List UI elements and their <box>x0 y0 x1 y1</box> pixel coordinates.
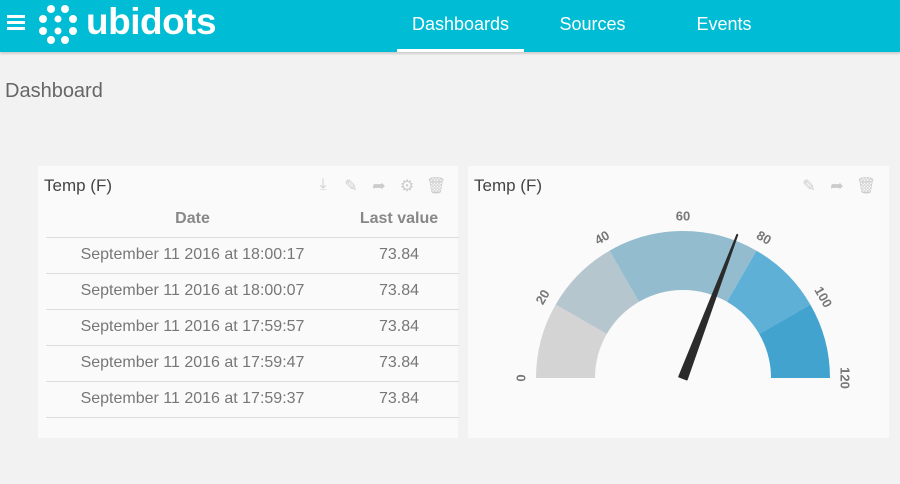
value-cell: 73.84 <box>339 309 459 346</box>
share-icon[interactable]: ➦ <box>370 176 388 196</box>
table-row: September 11 2016 at 17:59:57 73.84 <box>46 309 459 346</box>
widget-title: Temp (F) <box>44 176 112 195</box>
download-icon[interactable]: ⤓ <box>314 176 332 196</box>
gauge-tick-label: 80 <box>754 228 774 248</box>
menu-icon[interactable] <box>7 15 25 31</box>
trash-icon[interactable]: 🗑 <box>426 176 446 196</box>
gauge-tick-label: 20 <box>533 287 553 307</box>
top-bar: ubidots Dashboards Sources Events <box>0 0 900 52</box>
gauge-chart: 0 20 40 60 80 100 120 <box>513 208 853 389</box>
ubidots-logo <box>39 5 77 44</box>
values-table: Date Last value September 11 2016 at 18:… <box>46 201 459 418</box>
date-cell: September 11 2016 at 17:59:47 <box>46 345 339 382</box>
brand-name: ubidots <box>86 1 217 42</box>
table-row: September 11 2016 at 18:00:17 73.84 <box>46 237 459 274</box>
gauge-tick-label: 100 <box>811 284 835 310</box>
gauge-tick-label: 0 <box>513 374 528 381</box>
value-cell: 73.84 <box>339 381 459 418</box>
date-cell: September 11 2016 at 18:00:07 <box>46 273 339 310</box>
tab-sources[interactable]: Sources <box>540 0 645 52</box>
table-row: September 11 2016 at 18:00:07 73.84 <box>46 273 459 310</box>
column-header-last-value: Last value <box>339 201 459 238</box>
gauge-tick-label: 120 <box>838 367 853 389</box>
table-row: September 11 2016 at 17:59:47 73.84 <box>46 345 459 382</box>
value-cell: 73.84 <box>339 237 459 274</box>
date-cell: September 11 2016 at 17:59:57 <box>46 309 339 346</box>
value-cell: 73.84 <box>339 345 459 382</box>
tab-events[interactable]: Events <box>675 0 773 52</box>
table-widget: Temp (F) ⤓ ✎ ➦ ⚙ 🗑 Date Last value Septe… <box>38 166 459 438</box>
date-cell: September 11 2016 at 17:59:37 <box>46 381 339 418</box>
date-cell: September 11 2016 at 18:00:17 <box>46 237 339 274</box>
tab-dashboards[interactable]: Dashboards <box>397 0 524 52</box>
table-row: September 11 2016 at 17:59:37 73.84 <box>46 381 459 418</box>
pencil-icon[interactable]: ✎ <box>342 176 360 196</box>
gear-icon[interactable]: ⚙ <box>398 176 416 196</box>
page-title: Dashboard <box>5 80 103 102</box>
gauge-widget: Temp (F) ✎ ➦ 🗑 0 20 40 60 80 100 120 <box>468 166 889 438</box>
column-header-date: Date <box>46 201 339 238</box>
gauge-tick-label: 40 <box>592 228 612 248</box>
gauge-tick-label: 60 <box>676 208 690 223</box>
value-cell: 73.84 <box>339 273 459 310</box>
